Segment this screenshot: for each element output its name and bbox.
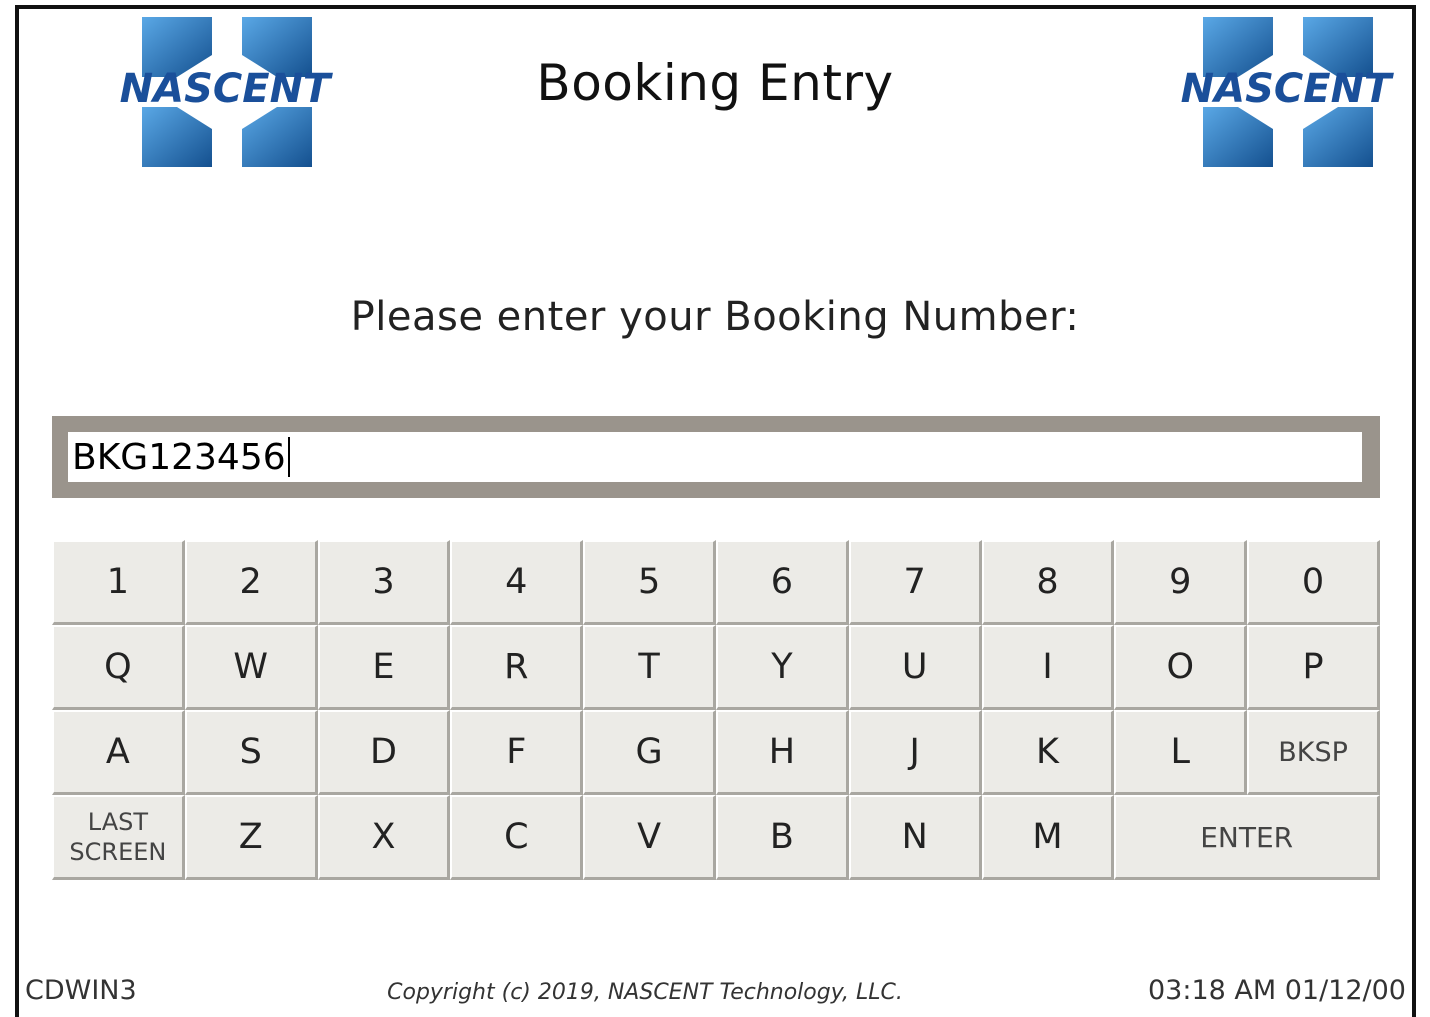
key-v[interactable]: V bbox=[583, 795, 716, 880]
key-l[interactable]: L bbox=[1114, 710, 1248, 795]
key-x[interactable]: X bbox=[317, 795, 451, 880]
booking-input-frame: BKG123456 bbox=[52, 416, 1380, 498]
key-9[interactable]: 9 bbox=[1114, 540, 1248, 625]
key-w[interactable]: W bbox=[184, 625, 318, 710]
key-z[interactable]: Z bbox=[184, 795, 318, 880]
key-y[interactable]: Y bbox=[715, 625, 849, 710]
key-4[interactable]: 4 bbox=[450, 540, 584, 625]
last-screen-button[interactable]: LAST SCREEN bbox=[52, 795, 185, 880]
key-g[interactable]: G bbox=[583, 710, 716, 795]
key-h[interactable]: H bbox=[715, 710, 849, 795]
onscreen-keyboard: 1 2 3 4 5 6 7 8 9 0 Q W E R T Y U I O P … bbox=[52, 540, 1380, 880]
key-a[interactable]: A bbox=[52, 710, 185, 795]
key-t[interactable]: T bbox=[583, 625, 716, 710]
key-s[interactable]: S bbox=[184, 710, 318, 795]
keyboard-row-q: Q W E R T Y U I O P bbox=[52, 625, 1380, 710]
svg-text:NASCENT: NASCENT bbox=[1181, 66, 1394, 112]
clock-display: 03:18 AM 01/12/00 bbox=[1147, 975, 1406, 1006]
key-b[interactable]: B bbox=[715, 795, 849, 880]
copyright-text: Copyright (c) 2019, NASCENT Technology, … bbox=[387, 980, 903, 1005]
key-q[interactable]: Q bbox=[52, 625, 185, 710]
key-o[interactable]: O bbox=[1114, 625, 1248, 710]
key-d[interactable]: D bbox=[317, 710, 451, 795]
key-3[interactable]: 3 bbox=[317, 540, 451, 625]
key-c[interactable]: C bbox=[450, 795, 584, 880]
keyboard-row-a: A S D F G H J K L BKSP bbox=[52, 710, 1380, 795]
key-1[interactable]: 1 bbox=[52, 540, 185, 625]
nascent-logo-right: NASCENT bbox=[1141, 12, 1430, 172]
key-k[interactable]: K bbox=[981, 710, 1115, 795]
booking-number-input[interactable]: BKG123456 bbox=[68, 432, 1362, 482]
key-2[interactable]: 2 bbox=[184, 540, 318, 625]
backspace-key[interactable]: BKSP bbox=[1247, 710, 1380, 795]
key-r[interactable]: R bbox=[450, 625, 584, 710]
key-u[interactable]: U bbox=[848, 625, 982, 710]
key-p[interactable]: P bbox=[1247, 625, 1380, 710]
key-8[interactable]: 8 bbox=[981, 540, 1115, 625]
key-7[interactable]: 7 bbox=[848, 540, 982, 625]
enter-button[interactable]: ENTER bbox=[1114, 795, 1380, 880]
key-n[interactable]: N bbox=[848, 795, 982, 880]
key-5[interactable]: 5 bbox=[583, 540, 716, 625]
key-0[interactable]: 0 bbox=[1247, 540, 1380, 625]
key-m[interactable]: M bbox=[981, 795, 1115, 880]
keyboard-row-z: LAST SCREEN Z X C V B N M ENTER bbox=[52, 795, 1380, 880]
booking-prompt: Please enter your Booking Number: bbox=[350, 294, 1080, 340]
text-caret bbox=[287, 437, 290, 477]
booking-number-value: BKG123456 bbox=[72, 436, 286, 478]
key-f[interactable]: F bbox=[450, 710, 584, 795]
key-e[interactable]: E bbox=[317, 625, 451, 710]
last-screen-label: LAST SCREEN bbox=[69, 808, 167, 866]
key-6[interactable]: 6 bbox=[715, 540, 849, 625]
key-i[interactable]: I bbox=[981, 625, 1115, 710]
key-j[interactable]: J bbox=[848, 710, 982, 795]
keyboard-row-numbers: 1 2 3 4 5 6 7 8 9 0 bbox=[52, 540, 1380, 625]
